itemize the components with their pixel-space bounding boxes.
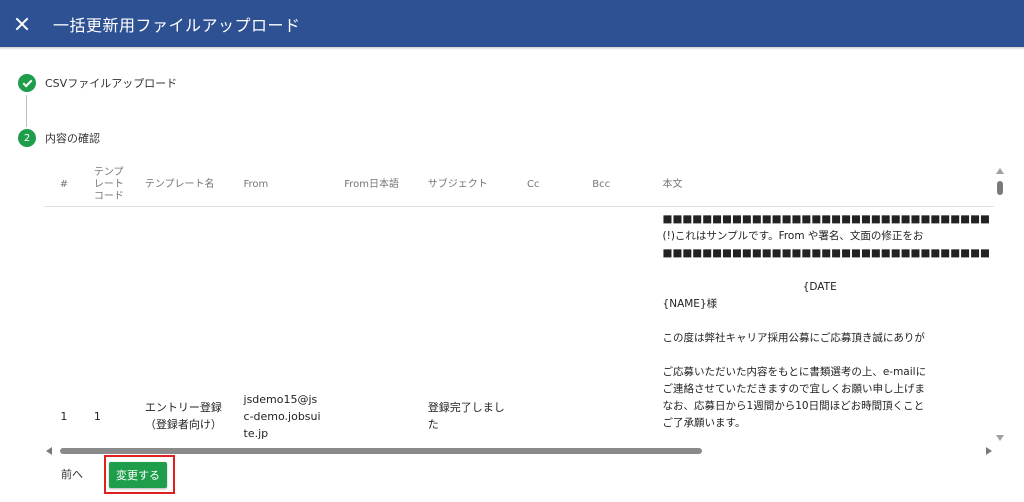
- cell-bcc: [582, 206, 650, 447]
- vertical-scroll-thumb[interactable]: [997, 181, 1003, 195]
- step-label: 内容の確認: [45, 132, 100, 145]
- scroll-right-arrow-icon[interactable]: [986, 447, 992, 455]
- step-number: 2: [18, 129, 36, 147]
- table-header-row: # テンプ レート コード テンプレート名 From From日本語 サブジェク…: [44, 165, 994, 207]
- cell-from-jp: [332, 206, 416, 447]
- step-confirm: 2 内容の確認: [18, 129, 100, 147]
- header-shadow: [0, 47, 1024, 50]
- column-header-from-jp: From日本語: [332, 165, 416, 207]
- column-header-subject: サブジェクト: [415, 165, 516, 207]
- app-header: 一括更新用ファイルアップロード: [0, 0, 1024, 47]
- vertical-scrollbar[interactable]: [995, 165, 1005, 447]
- page-title: 一括更新用ファイルアップロード: [53, 15, 301, 35]
- cell-template-code: 1: [93, 409, 101, 423]
- column-header-no: #: [44, 165, 84, 207]
- preview-table-container[interactable]: # テンプ レート コード テンプレート名 From From日本語 サブジェク…: [44, 165, 994, 447]
- step-completed-check-icon: [18, 74, 36, 92]
- close-icon[interactable]: [12, 14, 32, 34]
- cell-no: 1: [60, 409, 68, 423]
- cell-template-name: エントリー登録 （登録者向け）: [144, 401, 222, 431]
- column-header-template-name: テンプレート名: [134, 165, 234, 207]
- column-header-template-code: テンプ レート コード: [83, 165, 135, 207]
- step-csv-upload: CSVファイルアップロード: [18, 74, 177, 92]
- column-header-cc: Cc: [515, 165, 583, 207]
- cell-body: ■■■■■■■■■■■■■■■■■■■■■■■■■■■■■■■■■ (!)これは…: [662, 212, 990, 429]
- cell-subject: 登録完了しまし た: [427, 401, 505, 431]
- column-header-body: 本文: [650, 165, 994, 207]
- column-header-bcc: Bcc: [582, 165, 651, 207]
- submit-change-button[interactable]: 変更する: [109, 462, 167, 488]
- scroll-up-arrow-icon[interactable]: [996, 168, 1004, 174]
- column-header-from: From: [233, 165, 333, 207]
- scroll-left-arrow-icon[interactable]: [46, 447, 52, 455]
- horizontal-scrollbar[interactable]: [44, 446, 994, 456]
- table-row: 1 1 エントリー登録 （登録者向け） jsdemo15@js c-demo.j…: [44, 206, 994, 447]
- cell-from: jsdemo15@js c-demo.jobsui te.jp: [243, 392, 321, 440]
- step-connector: [26, 95, 27, 127]
- preview-table: # テンプ レート コード テンプレート名 From From日本語 サブジェク…: [44, 165, 994, 447]
- cell-cc: [515, 206, 582, 447]
- horizontal-scroll-thumb[interactable]: [60, 448, 702, 454]
- step-label: CSVファイルアップロード: [45, 77, 178, 90]
- back-button[interactable]: 前へ: [55, 463, 89, 485]
- scroll-down-arrow-icon[interactable]: [996, 435, 1004, 441]
